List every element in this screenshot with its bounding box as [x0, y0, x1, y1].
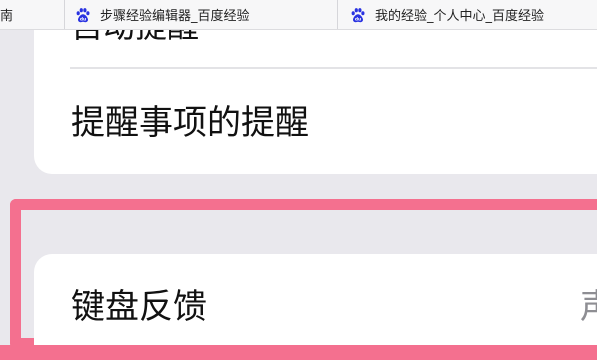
- tab-step-editor[interactable]: du 步骤经验编辑器_百度经验: [75, 0, 335, 29]
- svg-text:du: du: [80, 16, 86, 22]
- tab-my-experience[interactable]: du 我的经验_个人中心_百度经验: [350, 0, 597, 29]
- baidu-paw-icon: du: [351, 7, 365, 22]
- tab-separator: [64, 0, 65, 29]
- screenshot-root: 南 du 步骤经验编辑器_百度经验 du 我的经验_个人中心_百度经验 提醒事项…: [0, 0, 597, 360]
- tab-separator: [337, 0, 338, 29]
- tab-title: 南: [0, 9, 14, 24]
- settings-row-keyboard-value: 声: [580, 285, 597, 329]
- settings-row-keyboard-feedback[interactable]: 键盘反馈: [71, 285, 207, 329]
- tab-title: 步骤经验编辑器_百度经验: [100, 9, 250, 24]
- settings-row-reminder-alerts[interactable]: 提醒事项的提醒: [71, 101, 309, 145]
- baidu-paw-icon: du: [76, 7, 90, 22]
- row-divider: [70, 67, 597, 69]
- tab-title: 我的经验_个人中心_百度经验: [375, 9, 545, 24]
- highlight-frame-bottom: [0, 345, 597, 360]
- tab-partial[interactable]: 南: [0, 0, 60, 29]
- browser-tab-bar: 南 du 步骤经验编辑器_百度经验 du 我的经验_个人中心_百度经验: [0, 0, 597, 30]
- svg-text:du: du: [355, 16, 361, 22]
